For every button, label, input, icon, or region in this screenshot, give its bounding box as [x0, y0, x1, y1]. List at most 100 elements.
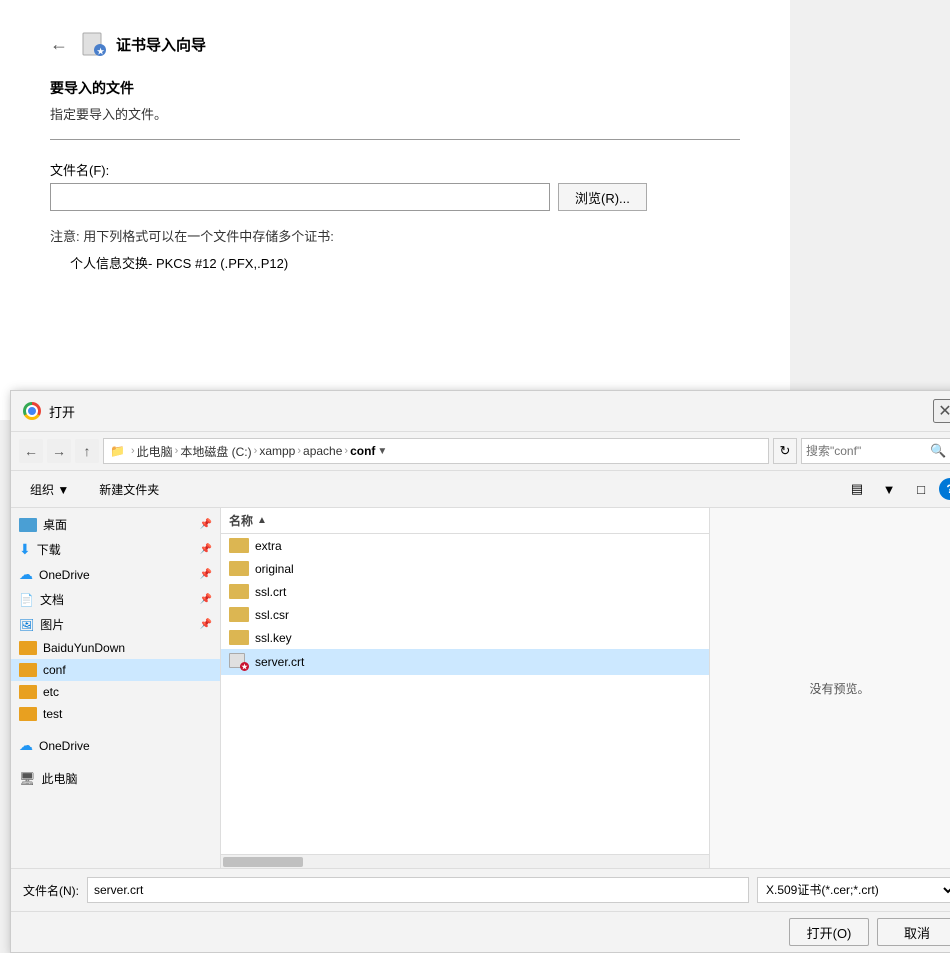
- sidebar-item-label-downloads: 下载: [37, 541, 61, 558]
- file-item-ssl-key[interactable]: ssl.key: [221, 626, 709, 649]
- cloud-icon-pinned: ☁: [19, 566, 33, 583]
- bottom-filename-label: 文件名(N):: [23, 882, 79, 899]
- file-item-server-crt[interactable]: ★ server.crt: [221, 649, 709, 675]
- open-button[interactable]: 打开(O): [789, 918, 869, 946]
- sidebar-item-label-desktop: 桌面: [43, 516, 67, 533]
- breadcrumb-apache[interactable]: apache: [303, 444, 342, 458]
- file-item-label-server-crt: server.crt: [255, 655, 304, 669]
- dialog-title: 打开: [49, 402, 75, 421]
- wizard-cert-icon: ★: [80, 30, 108, 58]
- pin-icon-downloads: 📌: [200, 544, 212, 555]
- search-input[interactable]: [806, 444, 926, 458]
- nav-up-button[interactable]: ↑: [75, 439, 99, 463]
- wizard-note: 注意: 用下列格式可以在一个文件中存储多个证书:: [50, 226, 740, 245]
- breadcrumb-sep-3: ›: [297, 445, 301, 457]
- nav-back-button[interactable]: ←: [19, 439, 43, 463]
- test-folder-icon: [19, 707, 37, 721]
- breadcrumb-conf[interactable]: conf: [350, 444, 375, 458]
- extra-folder-icon: [229, 538, 249, 553]
- dialog-sidebar: 桌面 📌 ⬇ 下载 📌 ☁ OneDrive 📌 📄 文档 📌 🖼 图片: [11, 508, 221, 868]
- breadcrumb-xampp[interactable]: xampp: [259, 444, 295, 458]
- new-folder-button[interactable]: 新建文件夹: [88, 475, 170, 503]
- sidebar-item-baiduyun[interactable]: BaiduYunDown: [11, 637, 220, 659]
- dialog-content: 桌面 📌 ⬇ 下载 📌 ☁ OneDrive 📌 📄 文档 📌 🖼 图片: [11, 508, 950, 868]
- pane-toggle-button[interactable]: □: [907, 477, 935, 501]
- sidebar-item-label-test: test: [43, 707, 62, 721]
- wizard-title: 证书导入向导: [116, 34, 206, 55]
- server-crt-icon: ★: [229, 653, 249, 671]
- pin-icon-documents: 📌: [200, 594, 212, 605]
- toolbar-view-buttons: ▤ ▼ □ ?: [843, 477, 950, 501]
- pin-icon-onedrive: 📌: [200, 569, 212, 580]
- sidebar-item-conf[interactable]: conf: [11, 659, 220, 681]
- search-box: 🔍: [801, 438, 950, 464]
- view-icon-button[interactable]: ▤: [843, 477, 871, 501]
- dialog-close-button[interactable]: ✕: [933, 399, 950, 423]
- address-breadcrumb[interactable]: 📁 › 此电脑 › 本地磁盘 (C:) › xampp › apache › c…: [103, 438, 769, 464]
- file-item-label-ssl-csr: ssl.csr: [255, 608, 289, 622]
- dialog-bottombar: 文件名(N): X.509证书(*.cer;*.crt) 所有文件(*.*): [11, 868, 950, 911]
- sidebar-item-onedrive-pinned[interactable]: ☁ OneDrive 📌: [11, 562, 220, 587]
- sidebar-item-desktop[interactable]: 桌面 📌: [11, 512, 220, 537]
- dialog-action-buttons: 打开(O) 取消: [11, 911, 950, 952]
- wizard-back-button[interactable]: ←: [50, 34, 68, 55]
- breadcrumb-dropdown[interactable]: ▼: [377, 446, 387, 457]
- bottom-filename-input[interactable]: [87, 877, 749, 903]
- original-folder-icon: [229, 561, 249, 576]
- breadcrumb-sep-2: ›: [254, 445, 258, 457]
- browse-button[interactable]: 浏览(R)...: [558, 183, 647, 211]
- ssl-csr-icon: [229, 607, 249, 622]
- bottom-filetype-select[interactable]: X.509证书(*.cer;*.crt) 所有文件(*.*): [757, 877, 950, 903]
- download-icon: ⬇: [19, 541, 31, 558]
- filelist-scroll[interactable]: extra original ssl.crt ssl.csr: [221, 534, 709, 854]
- etc-folder-icon: [19, 685, 37, 699]
- breadcrumb-sep-4: ›: [344, 445, 348, 457]
- computer-icon: 🖥: [19, 771, 36, 787]
- file-item-ssl-crt[interactable]: ssl.crt: [221, 580, 709, 603]
- conf-folder-icon: [19, 663, 37, 677]
- pic-icon: 🖼: [19, 618, 34, 632]
- view-dropdown-button[interactable]: ▼: [875, 477, 903, 501]
- dialog-toolbar: 组织 ▼ 新建文件夹 ▤ ▼ □ ?: [11, 471, 950, 508]
- desktop-folder-icon: [19, 518, 37, 532]
- dialog-addressbar: ← → ↑ 📁 › 此电脑 › 本地磁盘 (C:) › xampp › apac…: [11, 432, 950, 471]
- sidebar-item-test[interactable]: test: [11, 703, 220, 725]
- wizard-titlebar: ← ★ 证书导入向导: [50, 30, 740, 58]
- breadcrumb-c-drive[interactable]: 本地磁盘 (C:): [180, 443, 251, 460]
- organize-button[interactable]: 组织 ▼: [19, 475, 80, 503]
- dialog-titlebar: 打开 ✕: [11, 391, 950, 432]
- breadcrumb-folder-icon: 📁: [110, 444, 125, 458]
- doc-icon: 📄: [19, 593, 34, 607]
- file-item-extra[interactable]: extra: [221, 534, 709, 557]
- file-item-original[interactable]: original: [221, 557, 709, 580]
- sidebar-item-etc[interactable]: etc: [11, 681, 220, 703]
- cloud-icon: ☁: [19, 737, 33, 754]
- help-button[interactable]: ?: [939, 478, 950, 500]
- filelist-scrollbar[interactable]: [221, 854, 709, 868]
- breadcrumb-this-pc[interactable]: 此电脑: [137, 443, 173, 460]
- sidebar-item-label-baiduyun: BaiduYunDown: [43, 641, 125, 655]
- filename-input-group: 浏览(R)...: [50, 183, 740, 211]
- filename-input[interactable]: [50, 183, 550, 211]
- pin-icon-pictures: 📌: [200, 619, 212, 630]
- filename-label: 文件名(F):: [50, 160, 740, 179]
- sidebar-item-downloads[interactable]: ⬇ 下载 📌: [11, 537, 220, 562]
- address-refresh-button[interactable]: ↻: [773, 438, 797, 464]
- sidebar-item-pictures[interactable]: 🖼 图片 📌: [11, 612, 220, 637]
- sidebar-item-this-pc[interactable]: 🖥 此电脑: [11, 766, 220, 791]
- filelist-header[interactable]: 名称 ▲: [221, 508, 709, 534]
- svg-text:★: ★: [97, 47, 105, 56]
- nav-forward-button[interactable]: →: [47, 439, 71, 463]
- preview-text: 没有预览。: [809, 680, 869, 697]
- sidebar-item-documents[interactable]: 📄 文档 📌: [11, 587, 220, 612]
- sidebar-item-label-onedrive: OneDrive: [39, 739, 90, 753]
- file-item-ssl-csr[interactable]: ssl.csr: [221, 603, 709, 626]
- wizard-format-item: 个人信息交换- PKCS #12 (.PFX,.P12): [70, 253, 740, 272]
- file-item-label-original: original: [255, 562, 294, 576]
- breadcrumb-sep-0: ›: [131, 445, 135, 457]
- dialog-titlebar-left: 打开: [23, 402, 75, 421]
- cancel-button[interactable]: 取消: [877, 918, 950, 946]
- scrollbar-thumb[interactable]: [223, 857, 303, 867]
- search-icon[interactable]: 🔍: [930, 443, 946, 459]
- sidebar-item-onedrive[interactable]: ☁ OneDrive: [11, 733, 220, 758]
